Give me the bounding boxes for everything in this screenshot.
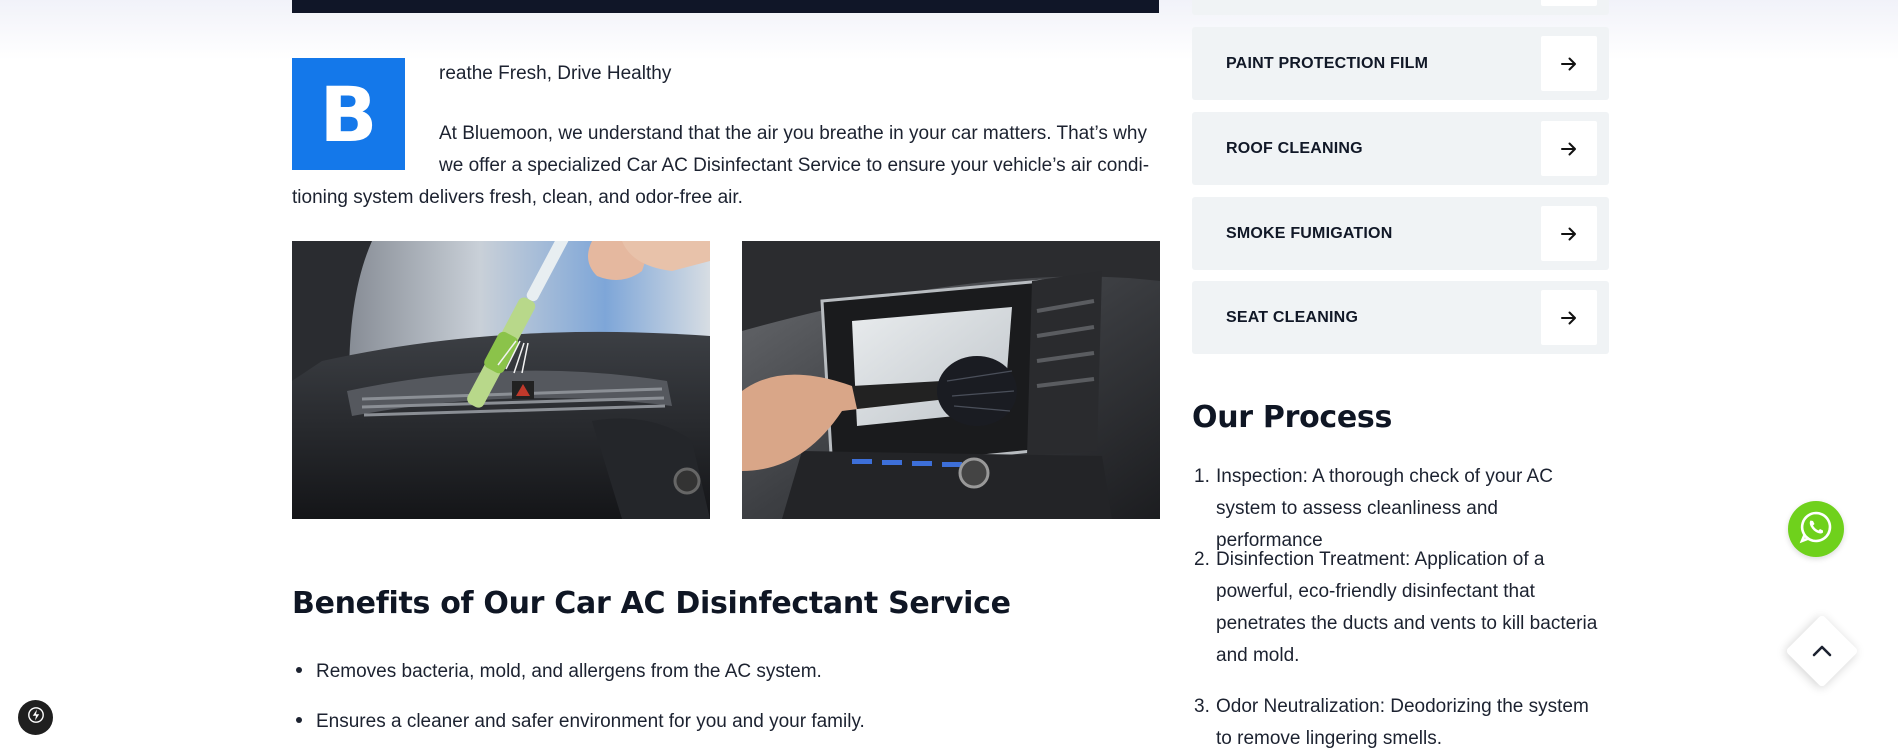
process-step: 2. Disinfection Treatment: Application o… — [1194, 544, 1609, 672]
list-item: Ensures a cleaner and safer environment … — [292, 711, 865, 733]
intro-line: tioning system delivers fresh, clean, an… — [292, 187, 743, 208]
step-line: penetrates the ducts and vents to kill b… — [1216, 613, 1598, 634]
bullet-dot — [296, 666, 302, 673]
bullet-dot — [296, 716, 302, 723]
process-heading: Our Process — [1192, 400, 1393, 435]
arrow-right-icon[interactable] — [1541, 290, 1597, 345]
step-line: to remove lingering smells. — [1216, 728, 1442, 749]
benefit-text: Removes bacteria, mold, and allergens fr… — [316, 661, 822, 682]
intro-line: we offer a specialized Car AC Disinfecta… — [439, 155, 1150, 176]
list-item: Removes bacteria, mold, and allergens fr… — [292, 661, 822, 683]
service-link-seat-cleaning[interactable]: SEAT CLEANING — [1192, 281, 1609, 354]
service-link-partial[interactable] — [1192, 0, 1609, 15]
hero-image-bottom-edge — [292, 0, 1159, 13]
step-line: and mold. — [1216, 645, 1300, 666]
arrow-right-icon[interactable] — [1541, 121, 1597, 176]
intro-paragraph: At Bluemoon, we understand that the air … — [292, 118, 1159, 214]
step-line: Inspection: A thorough check of your AC — [1216, 466, 1553, 487]
process-step: 1. Inspection: A thorough check of your … — [1194, 461, 1609, 557]
service-label: SMOKE FUMIGATION — [1226, 224, 1393, 242]
dashboard-vent-brush-photo — [742, 241, 1160, 519]
service-link-smoke-fumigation[interactable]: SMOKE FUMIGATION — [1192, 197, 1609, 270]
benefits-heading: Benefits of Our Car AC Disinfectant Serv… — [292, 586, 1011, 621]
service-label: PAINT PROTECTION FILM — [1226, 54, 1429, 72]
arrow-right-icon — [1541, 0, 1597, 6]
step-number: 3. — [1194, 696, 1210, 717]
service-link-roof-cleaning[interactable]: ROOF CLEANING — [1192, 112, 1609, 185]
car-vent-brush-photo — [292, 241, 710, 519]
step-line: Odor Neutralization: Deodorizing the sys… — [1216, 696, 1589, 717]
intro-line: At Bluemoon, we understand that the air … — [439, 123, 1147, 144]
service-label: ROOF CLEANING — [1226, 139, 1363, 157]
step-number: 2. — [1194, 549, 1210, 570]
bolt-icon-button[interactable] — [18, 700, 53, 735]
chevron-up-icon[interactable] — [1808, 637, 1836, 665]
arrow-right-icon[interactable] — [1541, 206, 1597, 261]
benefit-text: Ensures a cleaner and safer environment … — [316, 711, 865, 732]
bolt-icon — [27, 706, 44, 729]
whatsapp-icon — [1799, 510, 1833, 549]
intro-heading: reathe Fresh, Drive Healthy — [439, 63, 672, 84]
arrow-right-icon[interactable] — [1541, 36, 1597, 91]
process-step: 3. Odor Neutralization: Deodorizing the … — [1194, 691, 1609, 752]
service-label: SEAT CLEANING — [1226, 308, 1359, 326]
step-number: 1. — [1194, 466, 1210, 487]
step-line: Disinfection Treatment: Application of a — [1216, 549, 1545, 570]
service-link-paint-protection-film[interactable]: PAINT PROTECTION FILM — [1192, 27, 1609, 100]
whatsapp-button[interactable] — [1788, 501, 1844, 557]
step-line: powerful, eco-friendly disinfectant that — [1216, 581, 1535, 602]
